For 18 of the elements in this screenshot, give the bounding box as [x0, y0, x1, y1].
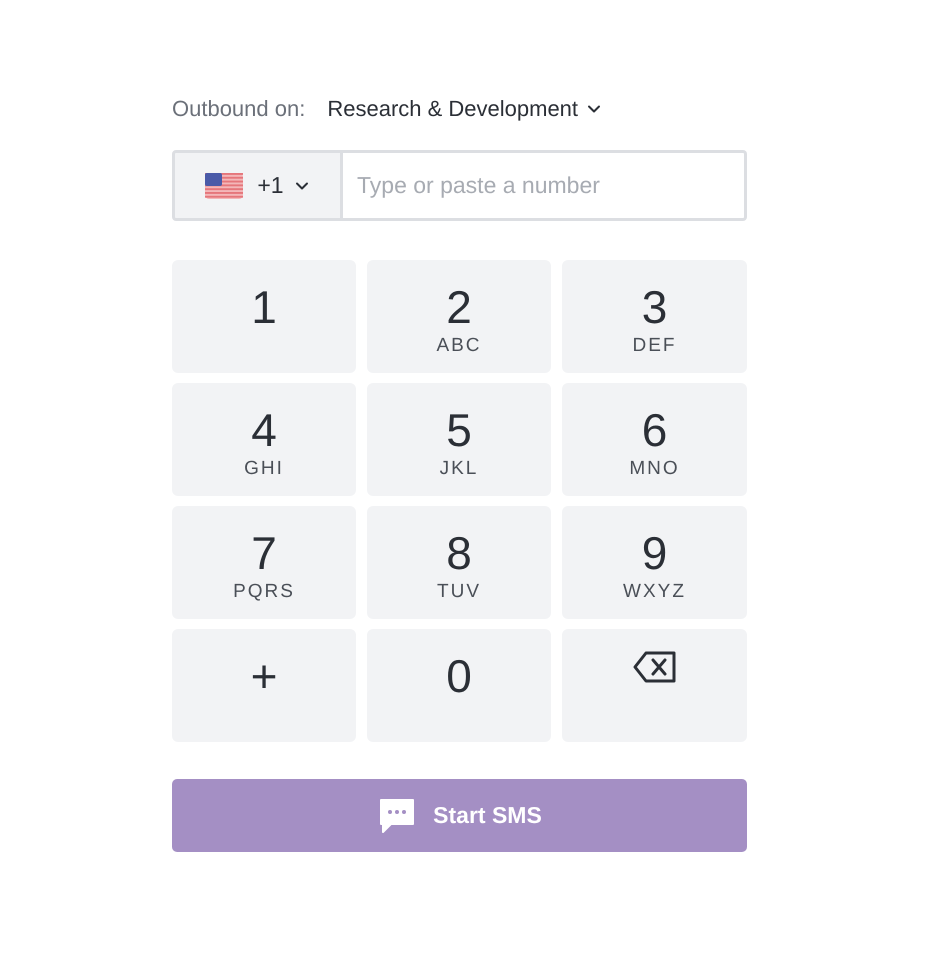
flag-icon: [205, 172, 244, 198]
outbound-label: Outbound on:: [172, 96, 306, 122]
keypad-key[interactable]: 1: [172, 260, 356, 373]
backspace-key[interactable]: [562, 629, 747, 742]
keypad-key[interactable]: +: [172, 629, 356, 742]
keypad-key[interactable]: 8 TUV: [367, 506, 551, 619]
phone-number-field[interactable]: Type or paste a number: [343, 150, 747, 221]
country-code-dropdown[interactable]: +1: [172, 150, 343, 221]
keypad-key[interactable]: 0: [367, 629, 551, 742]
keypad-key[interactable]: 6 MNO: [562, 383, 747, 496]
keypad-key[interactable]: 5 JKL: [367, 383, 551, 496]
keypad-key[interactable]: 7 PQRS: [172, 506, 356, 619]
keypad-key[interactable]: 3 DEF: [562, 260, 747, 373]
keypad-key[interactable]: 4 GHI: [172, 383, 356, 496]
keypad-key[interactable]: 2 ABC: [367, 260, 551, 373]
backspace-icon: [632, 650, 678, 684]
department-dropdown[interactable]: Research & Development: [327, 96, 602, 122]
keypad-key[interactable]: 9 WXYZ: [562, 506, 747, 619]
